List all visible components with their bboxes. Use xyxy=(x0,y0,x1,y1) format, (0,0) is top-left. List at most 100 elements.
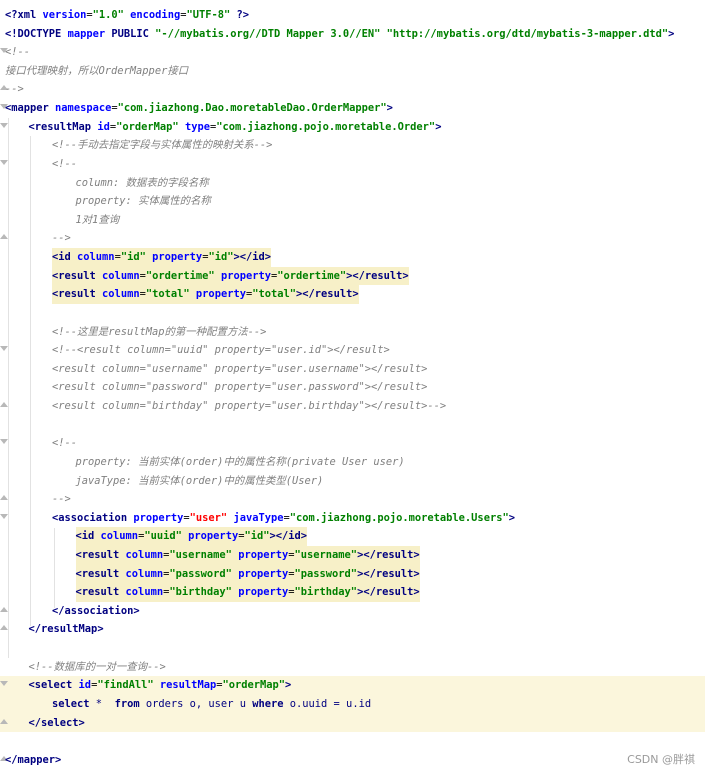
code-token: > xyxy=(285,679,292,692)
code-token: column xyxy=(77,251,115,264)
code-token: id xyxy=(97,120,110,133)
code-token: "orderMap" xyxy=(222,679,286,692)
fold-collapse-icon[interactable] xyxy=(0,513,8,519)
code-line[interactable]: <select id="findAll" resultMap="orderMap… xyxy=(0,676,705,695)
code-line[interactable]: --> xyxy=(0,490,705,509)
code-line[interactable] xyxy=(0,416,705,435)
code-token: <result column="username" property="user… xyxy=(52,362,428,375)
code-line[interactable]: --> xyxy=(0,229,705,248)
code-text: <!--<result column="uuid" property="user… xyxy=(52,341,390,360)
code-line[interactable]: <!--手动去指定字段与实体属性的映射关系--> xyxy=(0,136,705,155)
code-text: property: 实体属性的名称 xyxy=(76,192,211,211)
code-token: * xyxy=(89,697,115,710)
code-line[interactable]: <!DOCTYPE mapper PUBLIC "-//mybatis.org/… xyxy=(0,25,705,44)
code-token: javaType xyxy=(233,511,284,524)
code-token: "total" xyxy=(145,288,190,301)
fold-collapse-icon[interactable] xyxy=(0,681,8,687)
code-token: orders o, user u xyxy=(139,697,253,710)
fold-end-icon[interactable] xyxy=(0,495,8,501)
fold-collapse-icon[interactable] xyxy=(0,439,8,445)
code-text: </resultMap> xyxy=(29,620,104,639)
code-text: </association> xyxy=(52,602,140,621)
fold-end-icon[interactable] xyxy=(0,234,8,240)
fold-collapse-icon[interactable] xyxy=(0,122,8,128)
code-token: <id xyxy=(75,530,101,543)
watermark: CSDN @胖祺 xyxy=(627,753,695,766)
code-line[interactable]: <!--<result column="uuid" property="user… xyxy=(0,341,705,360)
code-text: javaType: 当前实体(order)中的属性类型(User) xyxy=(76,472,324,491)
code-line[interactable]: select * from orders o, user u where o.u… xyxy=(0,694,705,714)
code-text: <mapper namespace="com.jiazhong.Dao.more… xyxy=(5,99,393,118)
code-line[interactable]: <result column="total" property="total">… xyxy=(0,285,705,304)
code-line[interactable] xyxy=(0,732,705,751)
code-line[interactable]: </association> xyxy=(0,602,705,621)
code-text: <result column="ordertime" property="ord… xyxy=(52,266,409,286)
code-token: "com.jiazhong.Dao.moretableDao.OrderMapp… xyxy=(117,102,387,115)
code-line[interactable]: <resultMap id="orderMap" type="com.jiazh… xyxy=(0,118,705,137)
code-token: o.uuid = u.id xyxy=(283,697,372,710)
code-token: encoding xyxy=(130,9,181,21)
code-line[interactable]: </resultMap> xyxy=(0,620,705,639)
code-line[interactable]: property: 当前实体(order)中的属性名称(private User… xyxy=(0,453,705,472)
code-line[interactable]: <result column="username" property="user… xyxy=(0,360,705,379)
code-text: <result column="birthday" property="user… xyxy=(52,397,446,416)
code-text: <!--手动去指定字段与实体属性的映射关系--> xyxy=(52,136,272,155)
code-editor[interactable]: <?xml version="1.0" encoding="UTF-8" ?> <… xyxy=(0,0,705,773)
code-text: <result column="total" property="total">… xyxy=(52,285,359,304)
code-text: <resultMap id="orderMap" type="com.jiazh… xyxy=(29,118,442,137)
code-line[interactable]: property: 实体属性的名称 xyxy=(0,192,705,211)
code-line[interactable]: <result column="password" property="pass… xyxy=(0,564,705,584)
code-line[interactable]: </select> xyxy=(0,713,705,733)
code-line[interactable]: <result column="birthday" property="birt… xyxy=(0,583,705,602)
code-text: <!-- xyxy=(52,155,77,174)
code-line[interactable]: <association property="user" javaType="c… xyxy=(0,509,705,528)
code-token: --> xyxy=(5,83,24,96)
code-line[interactable]: <!-- xyxy=(0,434,705,453)
code-line[interactable]: 1对1查询 xyxy=(0,211,705,230)
code-token: <!--手动去指定字段与实体属性的映射关系--> xyxy=(52,139,273,152)
code-text: 1对1查询 xyxy=(76,211,120,230)
fold-end-icon[interactable] xyxy=(0,606,8,612)
code-token: column xyxy=(100,530,139,543)
code-line[interactable]: column: 数据表的字段名称 xyxy=(0,174,705,193)
code-line[interactable]: <!-- xyxy=(0,155,705,174)
code-token: column: 数据表的字段名称 xyxy=(75,176,209,189)
code-token: property xyxy=(188,530,239,543)
code-line[interactable]: <result column="password" property="user… xyxy=(0,378,705,397)
code-line[interactable]: <!-- xyxy=(0,43,705,62)
fold-collapse-icon[interactable] xyxy=(0,346,8,352)
code-line[interactable]: <result column="birthday" property="user… xyxy=(0,397,705,416)
fold-end-icon[interactable] xyxy=(0,625,8,631)
code-line[interactable]: <mapper namespace="com.jiazhong.Dao.more… xyxy=(0,99,705,118)
code-line[interactable]: <!--这里是resultMap的第一种配置方法--> xyxy=(0,323,705,342)
code-token: "ordertime" xyxy=(277,269,347,282)
code-token: <!-- xyxy=(5,46,31,59)
fold-collapse-icon[interactable] xyxy=(0,159,8,165)
code-token: property xyxy=(220,269,271,282)
code-line[interactable]: javaType: 当前实体(order)中的属性类型(User) xyxy=(0,472,705,491)
code-token: <!--这里是resultMap的第一种配置方法--> xyxy=(52,325,267,338)
code-token: column xyxy=(125,586,164,599)
code-text: --> xyxy=(5,80,24,99)
code-token: "ordertime" xyxy=(145,269,215,282)
code-line[interactable]: 接口代理映射，所以OrderMapper接口 xyxy=(0,62,705,81)
code-text: <result column="password" property="pass… xyxy=(75,564,420,584)
code-line[interactable]: <id column="id" property="id"></id> xyxy=(0,248,705,267)
code-line[interactable] xyxy=(0,304,705,323)
code-token: <!DOCTYPE xyxy=(5,27,68,40)
code-line[interactable]: <?xml version="1.0" encoding="UTF-8" ?> xyxy=(0,6,705,25)
code-line[interactable]: --> xyxy=(0,80,705,99)
code-token: select xyxy=(52,697,90,710)
code-token: property xyxy=(238,567,289,580)
code-token: <? xyxy=(5,9,18,21)
code-token: column xyxy=(102,288,140,301)
fold-end-icon[interactable] xyxy=(0,718,8,724)
fold-end-icon[interactable] xyxy=(0,402,8,408)
code-token: <mapper xyxy=(5,102,56,115)
code-line[interactable]: <result column="username" property="user… xyxy=(0,545,705,565)
code-line[interactable]: </mapper> xyxy=(0,751,705,770)
code-line[interactable]: <!--数据库的一对一查询--> xyxy=(0,658,705,677)
code-line[interactable]: <id column="uuid" property="id"></id> xyxy=(0,527,705,546)
code-line[interactable]: <result column="ordertime" property="ord… xyxy=(0,266,705,286)
code-line[interactable] xyxy=(0,639,705,658)
